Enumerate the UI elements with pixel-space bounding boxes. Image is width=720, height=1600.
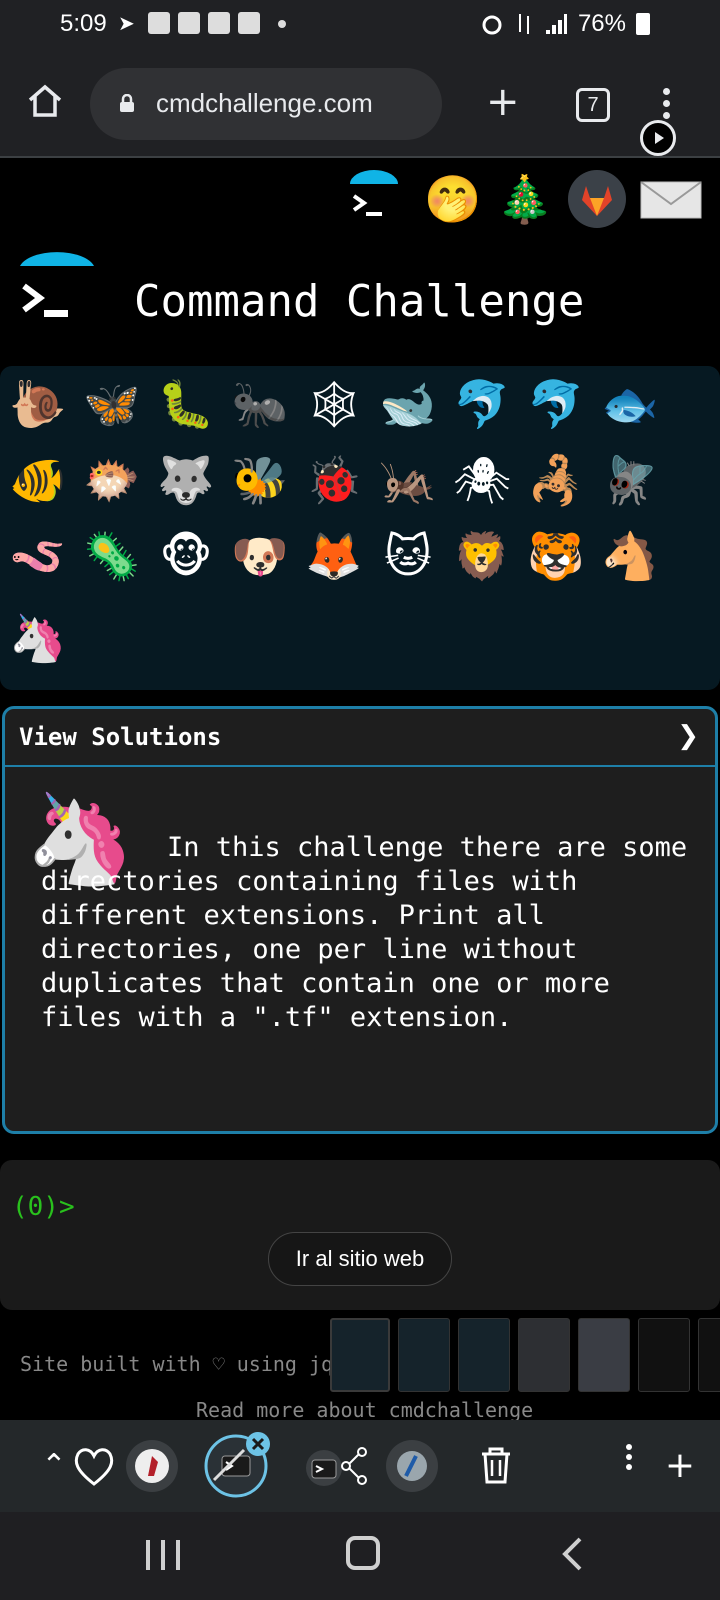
browser-menu-button[interactable] xyxy=(660,88,672,124)
challenge-snail-icon[interactable]: 🐌 xyxy=(8,374,68,434)
back-icon[interactable] xyxy=(560,1536,584,1572)
site-title: Command Challenge xyxy=(134,276,585,327)
challenge-lion-icon[interactable]: 🦁 xyxy=(452,526,512,586)
heart-icon[interactable] xyxy=(68,1440,120,1492)
terminal-panel[interactable]: (0)> Ir al sitio web xyxy=(0,1160,720,1310)
notification-app-icon xyxy=(148,12,170,34)
chevron-right-icon: ❯ xyxy=(677,721,699,751)
challenge-ladybug-icon[interactable]: 🐞 xyxy=(304,450,364,510)
browser-toolbar: cmdchallenge.com + 7 xyxy=(0,52,720,158)
challenge-grid: 🐌 🦋 🐛 🐜 🕸 🐋 🐬 🐬 🐟 🐠 🐡 🐺 🐝 🐞 🦗 🕷 🦂 🪰 🪱 🦠 … xyxy=(0,366,720,690)
notification-icons: ➤ xyxy=(118,12,286,34)
screenshot-toolbar: ⌃ + xyxy=(0,1420,720,1512)
challenge-spider-icon[interactable]: 🕷 xyxy=(452,450,512,510)
challenge-butterfly-icon[interactable]: 🦋 xyxy=(82,374,142,434)
more-notifications-dot-icon xyxy=(278,20,286,28)
data-transfer-icon xyxy=(518,14,529,34)
challenge-worm-icon[interactable]: 🪱 xyxy=(8,526,68,586)
challenge-dolphin-grey-icon[interactable]: 🐬 xyxy=(526,374,586,434)
system-navigation-bar xyxy=(0,1512,720,1600)
challenge-spider-web-icon[interactable]: 🕸 xyxy=(304,374,364,434)
challenge-cricket-icon[interactable]: 🦗 xyxy=(378,450,438,510)
status-bar: 5:09 ➤ 76% xyxy=(0,0,720,52)
challenge-fox-icon[interactable]: 🦊 xyxy=(304,526,364,586)
challenge-dolphin-icon[interactable]: 🐬 xyxy=(452,374,512,434)
url-text: cmdchallenge.com xyxy=(156,88,373,118)
telegram-icon: ➤ xyxy=(118,11,135,35)
delete-icon[interactable] xyxy=(470,1440,522,1492)
challenge-tropical-fish-icon[interactable]: 🐠 xyxy=(8,450,68,510)
facebook-icon xyxy=(238,12,260,34)
challenge-ant-icon[interactable]: 🐜 xyxy=(230,374,290,434)
edit-screenshot-icon[interactable] xyxy=(202,1432,270,1500)
app-shortcut-icon[interactable] xyxy=(126,1440,178,1492)
alarm-icon xyxy=(482,15,502,35)
share-icon[interactable] xyxy=(300,1440,370,1492)
challenge-bee-icon[interactable]: 🐝 xyxy=(230,450,290,510)
terminal-prompt: (0)> xyxy=(12,1192,75,1222)
challenge-wolf-icon[interactable]: 🐺 xyxy=(156,450,216,510)
challenge-horse-icon[interactable]: 🐴 xyxy=(600,526,660,586)
recent-screenshots-strip xyxy=(330,1318,720,1392)
header-icons: 🤭 🎄 xyxy=(0,162,720,232)
challenge-description-card: View Solutions ❯ 🦄 In this challenge the… xyxy=(2,706,718,1134)
view-solutions-header[interactable]: View Solutions ❯ xyxy=(5,709,715,767)
challenge-blowfish-icon[interactable]: 🐡 xyxy=(82,450,142,510)
footer-built-with: Site built with ♡ using jq xyxy=(20,1352,334,1376)
screenshot-thumbnail[interactable] xyxy=(458,1318,510,1392)
challenge-dog-icon[interactable]: 🐶 xyxy=(230,526,290,586)
challenge-tiger-icon[interactable]: 🐯 xyxy=(526,526,586,586)
screenshot-thumbnail[interactable] xyxy=(330,1318,390,1392)
shushing-face-icon[interactable]: 🤭 xyxy=(424,170,482,228)
challenge-bug-icon[interactable]: 🐛 xyxy=(156,374,216,434)
signal-icon xyxy=(545,14,567,34)
more-options-icon[interactable] xyxy=(622,1440,636,1492)
challenge-scorpion-icon[interactable]: 🦂 xyxy=(526,450,586,510)
battery-icon xyxy=(636,13,650,35)
new-tab-button[interactable]: + xyxy=(486,82,520,122)
challenge-microbe-icon[interactable]: 🦠 xyxy=(82,526,142,586)
home-button-icon[interactable] xyxy=(346,1536,380,1570)
view-solutions-label: View Solutions xyxy=(19,723,222,751)
lock-icon xyxy=(120,94,134,112)
photos-icon xyxy=(208,12,230,34)
gmail-icon xyxy=(178,12,200,34)
status-right: 76% xyxy=(480,10,650,38)
home-icon[interactable] xyxy=(26,82,64,120)
battery-percent: 76% xyxy=(577,10,626,37)
scan-text-icon[interactable] xyxy=(386,1440,438,1492)
terminal-logo-icon[interactable] xyxy=(344,170,402,228)
go-to-website-button[interactable]: Ir al sitio web xyxy=(268,1232,452,1286)
tab-switcher-button[interactable]: 7 xyxy=(576,88,610,122)
footer-read-more-link[interactable]: Read more about cmdchallenge xyxy=(196,1398,533,1422)
command-challenge-logo-icon xyxy=(20,252,94,317)
challenge-monkey-icon[interactable]: 🐵 xyxy=(156,526,216,586)
challenge-whale-icon[interactable]: 🐋 xyxy=(378,374,438,434)
challenge-unicorn-icon[interactable]: 🦄 xyxy=(8,608,68,668)
recent-apps-icon[interactable] xyxy=(146,1540,180,1570)
challenge-fly-icon[interactable]: 🪰 xyxy=(600,450,660,510)
status-time: 5:09 xyxy=(60,10,107,37)
mail-icon[interactable] xyxy=(638,170,704,228)
screenshot-thumbnail[interactable] xyxy=(698,1318,720,1392)
screenshot-thumbnail[interactable] xyxy=(398,1318,450,1392)
screenshot-thumbnail[interactable] xyxy=(518,1318,570,1392)
screen-recorder-icon[interactable] xyxy=(640,120,676,156)
screenshot-thumbnail[interactable] xyxy=(578,1318,630,1392)
challenge-description-text: In this challenge there are some directo… xyxy=(41,832,688,1033)
address-bar[interactable]: cmdchallenge.com xyxy=(90,68,442,140)
challenge-cat-icon[interactable]: 🐱 xyxy=(378,526,438,586)
challenge-fish-icon[interactable]: 🐟 xyxy=(600,374,660,434)
gitlab-icon[interactable] xyxy=(568,170,626,228)
add-icon[interactable]: + xyxy=(654,1440,706,1492)
screenshot-thumbnail[interactable] xyxy=(638,1318,690,1392)
christmas-tree-icon[interactable]: 🎄 xyxy=(496,170,554,228)
